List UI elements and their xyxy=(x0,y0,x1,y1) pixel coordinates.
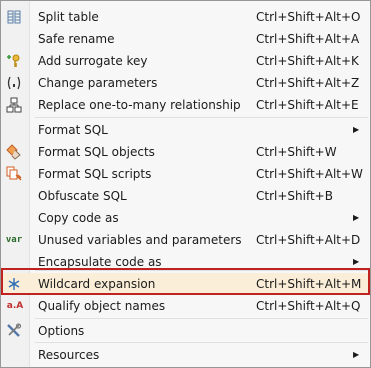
menu-item-label: Resources xyxy=(38,348,100,362)
menu-separator xyxy=(35,318,368,319)
menu-item-shortcut: Ctrl+Shift+W xyxy=(256,145,337,159)
submenu-arrow-icon: ▶ xyxy=(353,125,360,134)
menu-item-label: Options xyxy=(38,324,85,338)
menu-item-label: Format SQL objects xyxy=(38,145,155,159)
menu-item-label: Qualify object names xyxy=(38,299,166,313)
relationship-icon xyxy=(6,97,22,113)
menu-item-shortcut: Ctrl+Shift+Alt+K xyxy=(256,54,359,68)
menu-item-wildcard-expansion[interactable]: Wildcard expansion Ctrl+Shift+Alt+M xyxy=(2,273,369,295)
menu-item-label: Copy code as xyxy=(38,211,119,225)
menu-item-split-table[interactable]: Split table Ctrl+Shift+Alt+O xyxy=(2,6,369,28)
menu-item-shortcut: Ctrl+Shift+Alt+D xyxy=(256,233,361,247)
menu-item-change-parameters[interactable]: Change parameters Ctrl+Shift+Alt+Z xyxy=(2,72,369,94)
menu-item-format-sql[interactable]: Format SQL ▶ xyxy=(2,119,369,141)
menu-item-label: Obfuscate SQL xyxy=(38,189,127,203)
split-table-icon xyxy=(6,9,22,25)
menu-item-shortcut: Ctrl+Shift+B xyxy=(256,189,333,203)
wildcard-icon xyxy=(6,276,22,292)
menu-item-label: Format SQL scripts xyxy=(38,167,152,181)
key-plus-icon xyxy=(6,53,22,69)
menu-item-format-sql-scripts[interactable]: Format SQL scripts Ctrl+Shift+Alt+W xyxy=(2,163,369,185)
menu-separator xyxy=(35,342,368,343)
parameters-icon xyxy=(6,75,22,91)
submenu-arrow-icon: ▶ xyxy=(353,213,360,222)
menu-item-label: Change parameters xyxy=(38,76,158,90)
menu-item-shortcut: Ctrl+Shift+Alt+Z xyxy=(256,76,360,90)
menu-item-shortcut: Ctrl+Shift+Alt+Q xyxy=(256,299,361,313)
menu-item-label: Wildcard expansion xyxy=(38,277,156,291)
menu-item-qualify-object-names[interactable]: a.A Qualify object names Ctrl+Shift+Alt+… xyxy=(2,295,369,317)
menu-item-format-sql-objects[interactable]: Format SQL objects Ctrl+Shift+W xyxy=(2,141,369,163)
menu-item-label: Split table xyxy=(38,10,99,24)
menu-item-options[interactable]: Options xyxy=(2,320,369,342)
menu-item-shortcut: Ctrl+Shift+Alt+A xyxy=(256,32,360,46)
menu-item-shortcut: Ctrl+Shift+Alt+M xyxy=(256,277,362,291)
menu-item-resources[interactable]: Resources ▶ xyxy=(2,344,369,366)
var-icon: var xyxy=(5,235,23,245)
menu-item-shortcut: Ctrl+Shift+Alt+E xyxy=(256,98,359,112)
format-objects-icon xyxy=(6,144,22,160)
menu-item-label: Replace one-to-many relationship xyxy=(38,98,241,112)
submenu-arrow-icon: ▶ xyxy=(353,350,360,359)
menu-item-shortcut: Ctrl+Shift+Alt+W xyxy=(256,167,363,181)
menu-item-copy-code-as[interactable]: Copy code as ▶ xyxy=(2,207,369,229)
qualify-icon: a.A xyxy=(6,301,24,311)
menu-item-unused-variables[interactable]: var Unused variables and parameters Ctrl… xyxy=(2,229,369,251)
menu-item-label: Safe rename xyxy=(38,32,115,46)
menu-item-label: Unused variables and parameters xyxy=(38,233,242,247)
menu-item-label: Format SQL xyxy=(38,123,108,137)
context-menu: Split table Ctrl+Shift+Alt+O Safe rename… xyxy=(0,0,371,368)
format-scripts-icon xyxy=(6,166,22,182)
menu-item-replace-relationship[interactable]: Replace one-to-many relationship Ctrl+Sh… xyxy=(2,94,369,116)
menu-item-label: Add surrogate key xyxy=(38,54,148,68)
tools-icon xyxy=(6,323,22,339)
menu-item-obfuscate-sql[interactable]: Obfuscate SQL Ctrl+Shift+B xyxy=(2,185,369,207)
menu-separator xyxy=(35,270,368,271)
menu-separator xyxy=(35,117,368,118)
menu-item-shortcut: Ctrl+Shift+Alt+O xyxy=(256,10,361,24)
menu-item-add-surrogate-key[interactable]: Add surrogate key Ctrl+Shift+Alt+K xyxy=(2,50,369,72)
menu-item-safe-rename[interactable]: Safe rename Ctrl+Shift+Alt+A xyxy=(2,28,369,50)
